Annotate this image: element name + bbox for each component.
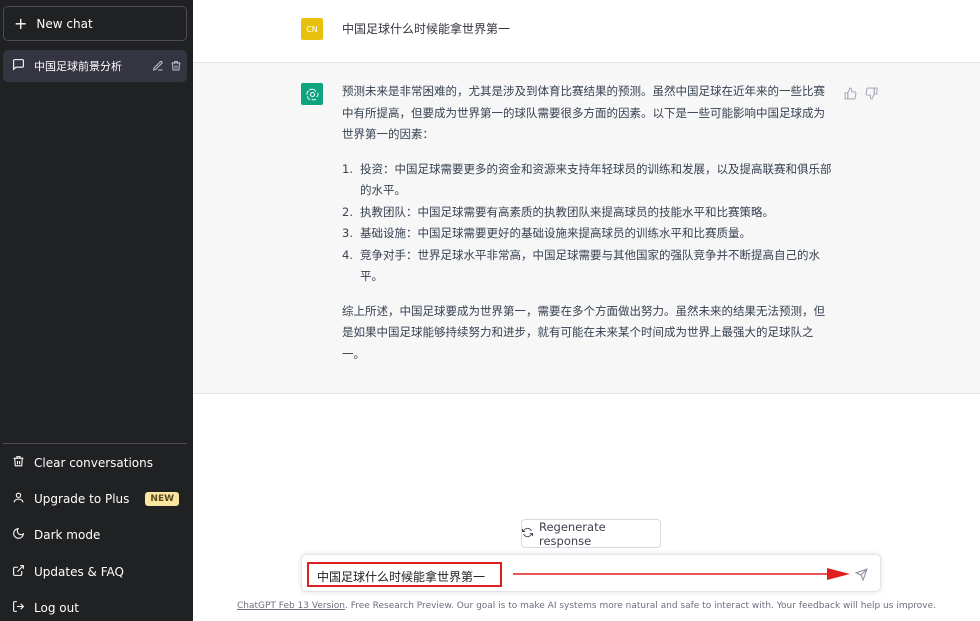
new-badge: NEW: [145, 492, 180, 506]
refresh-icon: [522, 527, 533, 541]
updates-faq-label: Updates & FAQ: [34, 565, 124, 579]
footer-text: . Free Research Preview. Our goal is to …: [344, 601, 937, 611]
sidebar-chat-item[interactable]: 中国足球前景分析: [3, 50, 187, 82]
bot-message: 预测未来是非常困难的，尤其是涉及到体育比赛结果的预测。虽然中国足球在近年来的一些…: [342, 81, 834, 378]
version-link[interactable]: ChatGPT Feb 13 Version: [237, 601, 345, 611]
regenerate-label: Regenerate response: [539, 519, 606, 548]
list-item: 3. 基础设施：中国足球需要更好的基础设施来提高球员的训练水平和比赛质量。: [342, 226, 751, 240]
clear-conversations-button[interactable]: Clear conversations: [3, 448, 187, 478]
bot-intro: 预测未来是非常困难的，尤其是涉及到体育比赛结果的预测。虽然中国足球在近年来的一些…: [342, 84, 825, 141]
regenerate-response-button[interactable]: Regenerate response: [521, 519, 661, 548]
thumbs-up-icon[interactable]: [844, 85, 857, 104]
red-arrow-icon: [513, 568, 850, 580]
plus-icon: +: [14, 13, 28, 33]
openai-logo-icon: [301, 83, 323, 105]
chat-item-label: 中国足球前景分析: [34, 60, 122, 73]
input-highlight-box: 中国足球什么时候能拿世界第一: [307, 562, 502, 587]
logout-label: Log out: [34, 601, 79, 615]
trash-icon: [12, 455, 25, 471]
user-icon: [12, 491, 25, 507]
logout-button[interactable]: Log out: [3, 593, 187, 621]
main-area: CN 中国足球什么时候能拿世界第一 预测未来是非常困难的，尤其是涉及到体育比赛结…: [193, 0, 980, 621]
chat-bubble-icon: [12, 58, 25, 74]
bot-factor-list: 1. 投资：中国足球需要更多的资金和资源来支持年轻球员的训练和发展，以及提高联赛和…: [342, 159, 834, 288]
message-input[interactable]: 中国足球什么时候能拿世界第一: [317, 568, 485, 585]
upgrade-label: Upgrade to Plus: [34, 492, 130, 506]
user-avatar: CN: [301, 18, 323, 40]
bot-conclusion: 综上所述，中国足球要成为世界第一，需要在多个方面做出努力。虽然未来的结果无法预测…: [342, 303, 825, 361]
thumbs-down-icon[interactable]: [865, 85, 878, 104]
new-chat-label: New chat: [36, 16, 93, 31]
bot-message-row: 预测未来是非常困难的，尤其是涉及到体育比赛结果的预测。虽然中国足球在近年来的一些…: [193, 63, 980, 394]
upgrade-to-plus-button[interactable]: Upgrade to Plus NEW: [3, 484, 187, 514]
sidebar-divider: [3, 443, 187, 444]
dark-mode-button[interactable]: Dark mode: [3, 520, 187, 550]
dark-mode-label: Dark mode: [34, 528, 101, 542]
list-item: 4. 竞争对手：世界足球水平非常高，中国足球需要与其他国家的强队竞争并不断提高自己…: [342, 247, 820, 284]
feedback-buttons: [844, 85, 878, 104]
moon-icon: [12, 527, 25, 543]
logout-icon: [12, 600, 25, 616]
list-item: 2. 执教团队：中国足球需要有高素质的执教团队来提高球员的技能水平和比赛策略。: [342, 204, 774, 219]
trash-icon[interactable]: [169, 59, 183, 73]
user-message: 中国足球什么时候能拿世界第一: [342, 22, 511, 36]
send-icon[interactable]: [853, 566, 869, 582]
user-message-row: CN 中国足球什么时候能拿世界第一: [193, 0, 980, 63]
list-item: 1. 投资：中国足球需要更多的资金和资源来支持年轻球员的训练和发展，以及提高联赛和…: [342, 161, 832, 198]
message-input-box[interactable]: 中国足球什么时候能拿世界第一: [301, 554, 881, 592]
edit-icon[interactable]: [151, 59, 165, 73]
sidebar: + New chat 中国足球前景分析 Clear conversations …: [0, 0, 193, 621]
footer: ChatGPT Feb 13 Version. Free Research Pr…: [193, 601, 980, 611]
updates-faq-link[interactable]: Updates & FAQ: [3, 557, 187, 587]
new-chat-button[interactable]: + New chat: [3, 6, 187, 41]
clear-conversations-label: Clear conversations: [34, 456, 154, 470]
external-link-icon: [12, 564, 25, 580]
